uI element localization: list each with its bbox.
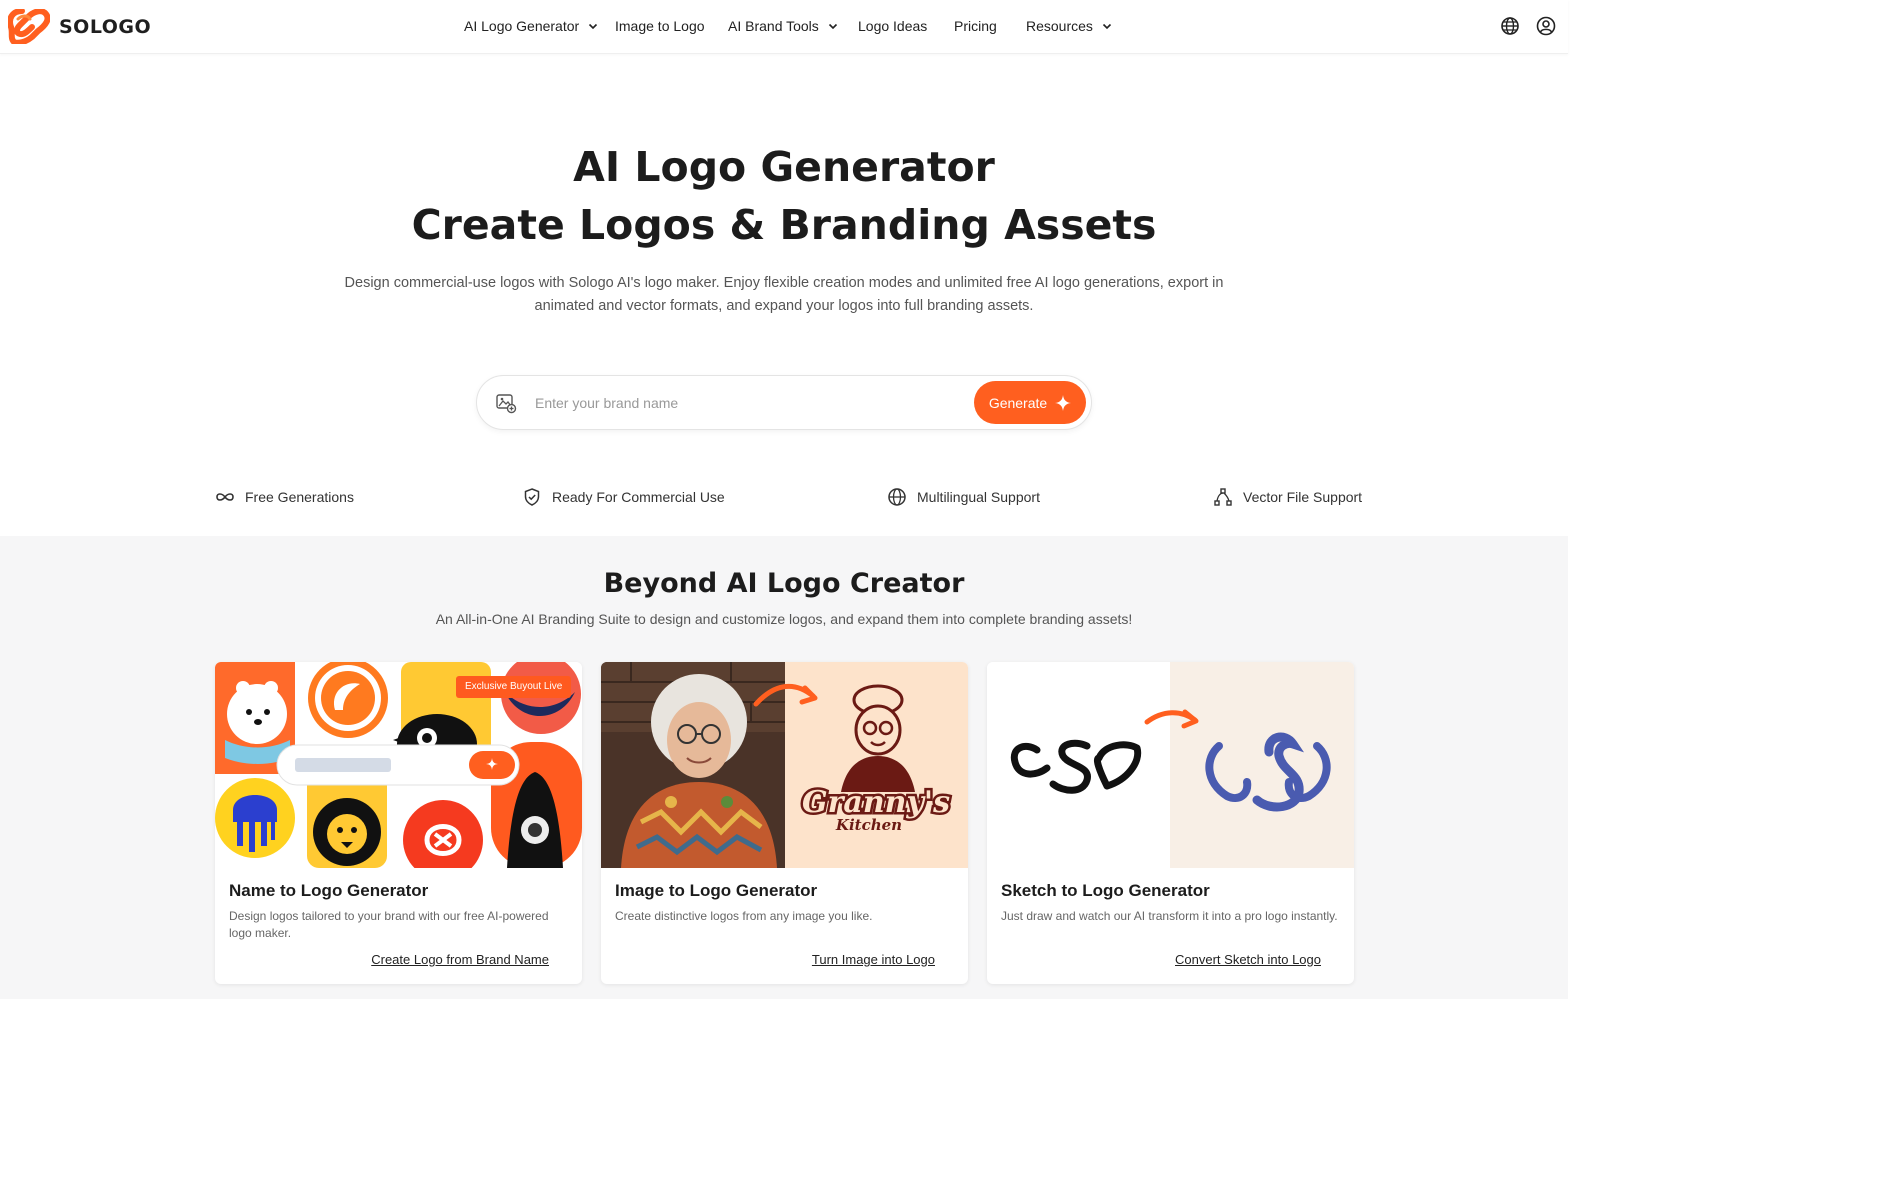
image-to-logo-example: Granny's Kitchen — [601, 662, 968, 868]
feature-free-generations: Free Generations — [215, 487, 354, 507]
card-title: Name to Logo Generator — [229, 881, 429, 900]
image-upload-icon[interactable] — [495, 392, 517, 414]
card-title: Sketch to Logo Generator — [1001, 881, 1210, 900]
nav-item-pricing[interactable]: Pricing — [954, 18, 997, 34]
feature-label: Vector File Support — [1243, 489, 1363, 505]
nav-tools — [1500, 16, 1556, 36]
sketch-to-logo-example — [987, 662, 1354, 868]
nav-item-ai-brand-tools[interactable]: AI Brand Tools — [728, 18, 838, 34]
shield-check-icon — [524, 488, 540, 506]
card-image-to-logo[interactable]: Granny's Kitchen Image to Logo Generator… — [601, 662, 968, 984]
brand-search-box: Generate — [476, 375, 1092, 430]
feature-label: Ready For Commercial Use — [552, 489, 725, 505]
sparkle-icon — [1055, 394, 1072, 411]
nav-item-ai-logo-generator[interactable]: AI Logo Generator — [464, 18, 598, 34]
vector-nodes-icon — [1214, 488, 1232, 506]
hero-title: AI Logo Generator — [573, 143, 995, 191]
promo-badge: Exclusive Buyout Live — [456, 676, 572, 698]
infinity-icon — [216, 493, 234, 501]
account-icon[interactable] — [1536, 16, 1556, 36]
nav-item-label: Resources — [1026, 18, 1093, 34]
nav-item-label: Logo Ideas — [858, 18, 928, 34]
main-menu: AI Logo Generator Image to Logo AI Brand… — [0, 0, 1568, 54]
grannys-logo-text: Granny's — [802, 785, 950, 820]
card-sketch-to-logo[interactable]: Sketch to Logo Generator Just draw and w… — [987, 662, 1354, 984]
generate-label: Generate — [988, 394, 1048, 411]
feature-multilingual: Multilingual Support — [887, 487, 1040, 507]
nav-item-image-to-logo[interactable]: Image to Logo — [615, 18, 705, 34]
hero-description: Design commercial-use logos with Sologo … — [344, 275, 1224, 314]
feature-commercial-use: Ready For Commercial Use — [522, 487, 725, 507]
create-logo-link[interactable]: Create Logo from Brand Name — [371, 952, 549, 967]
kitchen-logo-text: Kitchen — [835, 816, 902, 834]
card-name-to-logo[interactable]: Exclusive Buyout Live Name to Logo Gener… — [215, 662, 582, 984]
turn-image-link[interactable]: Turn Image into Logo — [812, 952, 935, 967]
generate-button[interactable]: Generate — [974, 381, 1086, 424]
nav-item-logo-ideas[interactable]: Logo Ideas — [858, 18, 927, 34]
nav-item-label: Image to Logo — [615, 18, 705, 34]
hero-subtitle: Create Logos & Branding Assets — [411, 201, 1157, 249]
nav-item-label: AI Logo Generator — [464, 18, 580, 34]
nav-item-label: Pricing — [954, 18, 997, 34]
brand-name-input[interactable] — [535, 390, 935, 416]
globe-icon — [888, 488, 906, 506]
convert-sketch-link[interactable]: Convert Sketch into Logo — [1175, 952, 1321, 967]
chevron-down-icon — [589, 23, 598, 30]
nav-item-resources[interactable]: Resources — [1026, 18, 1112, 34]
globe-icon[interactable] — [1500, 16, 1520, 36]
chevron-down-icon — [828, 23, 837, 30]
section-title: Beyond AI Logo Creator — [603, 568, 965, 599]
card-description: Create distinctive logos from any image … — [615, 909, 873, 923]
card-title: Image to Logo Generator — [615, 881, 818, 900]
card-description: Just draw and watch our AI transform it … — [1001, 909, 1338, 923]
feature-label: Free Generations — [245, 489, 354, 505]
top-navbar: SOLOGO AI Logo Generator Image to Logo A… — [0, 0, 1568, 54]
card-description: Design logos tailored to your brand with… — [229, 909, 549, 940]
nav-item-label: AI Brand Tools — [728, 18, 819, 34]
chevron-down-icon — [1102, 23, 1111, 30]
feature-vector-support: Vector File Support — [1213, 487, 1362, 507]
feature-label: Multilingual Support — [917, 489, 1040, 505]
section-subtitle: An All-in-One AI Branding Suite to desig… — [435, 611, 1133, 627]
